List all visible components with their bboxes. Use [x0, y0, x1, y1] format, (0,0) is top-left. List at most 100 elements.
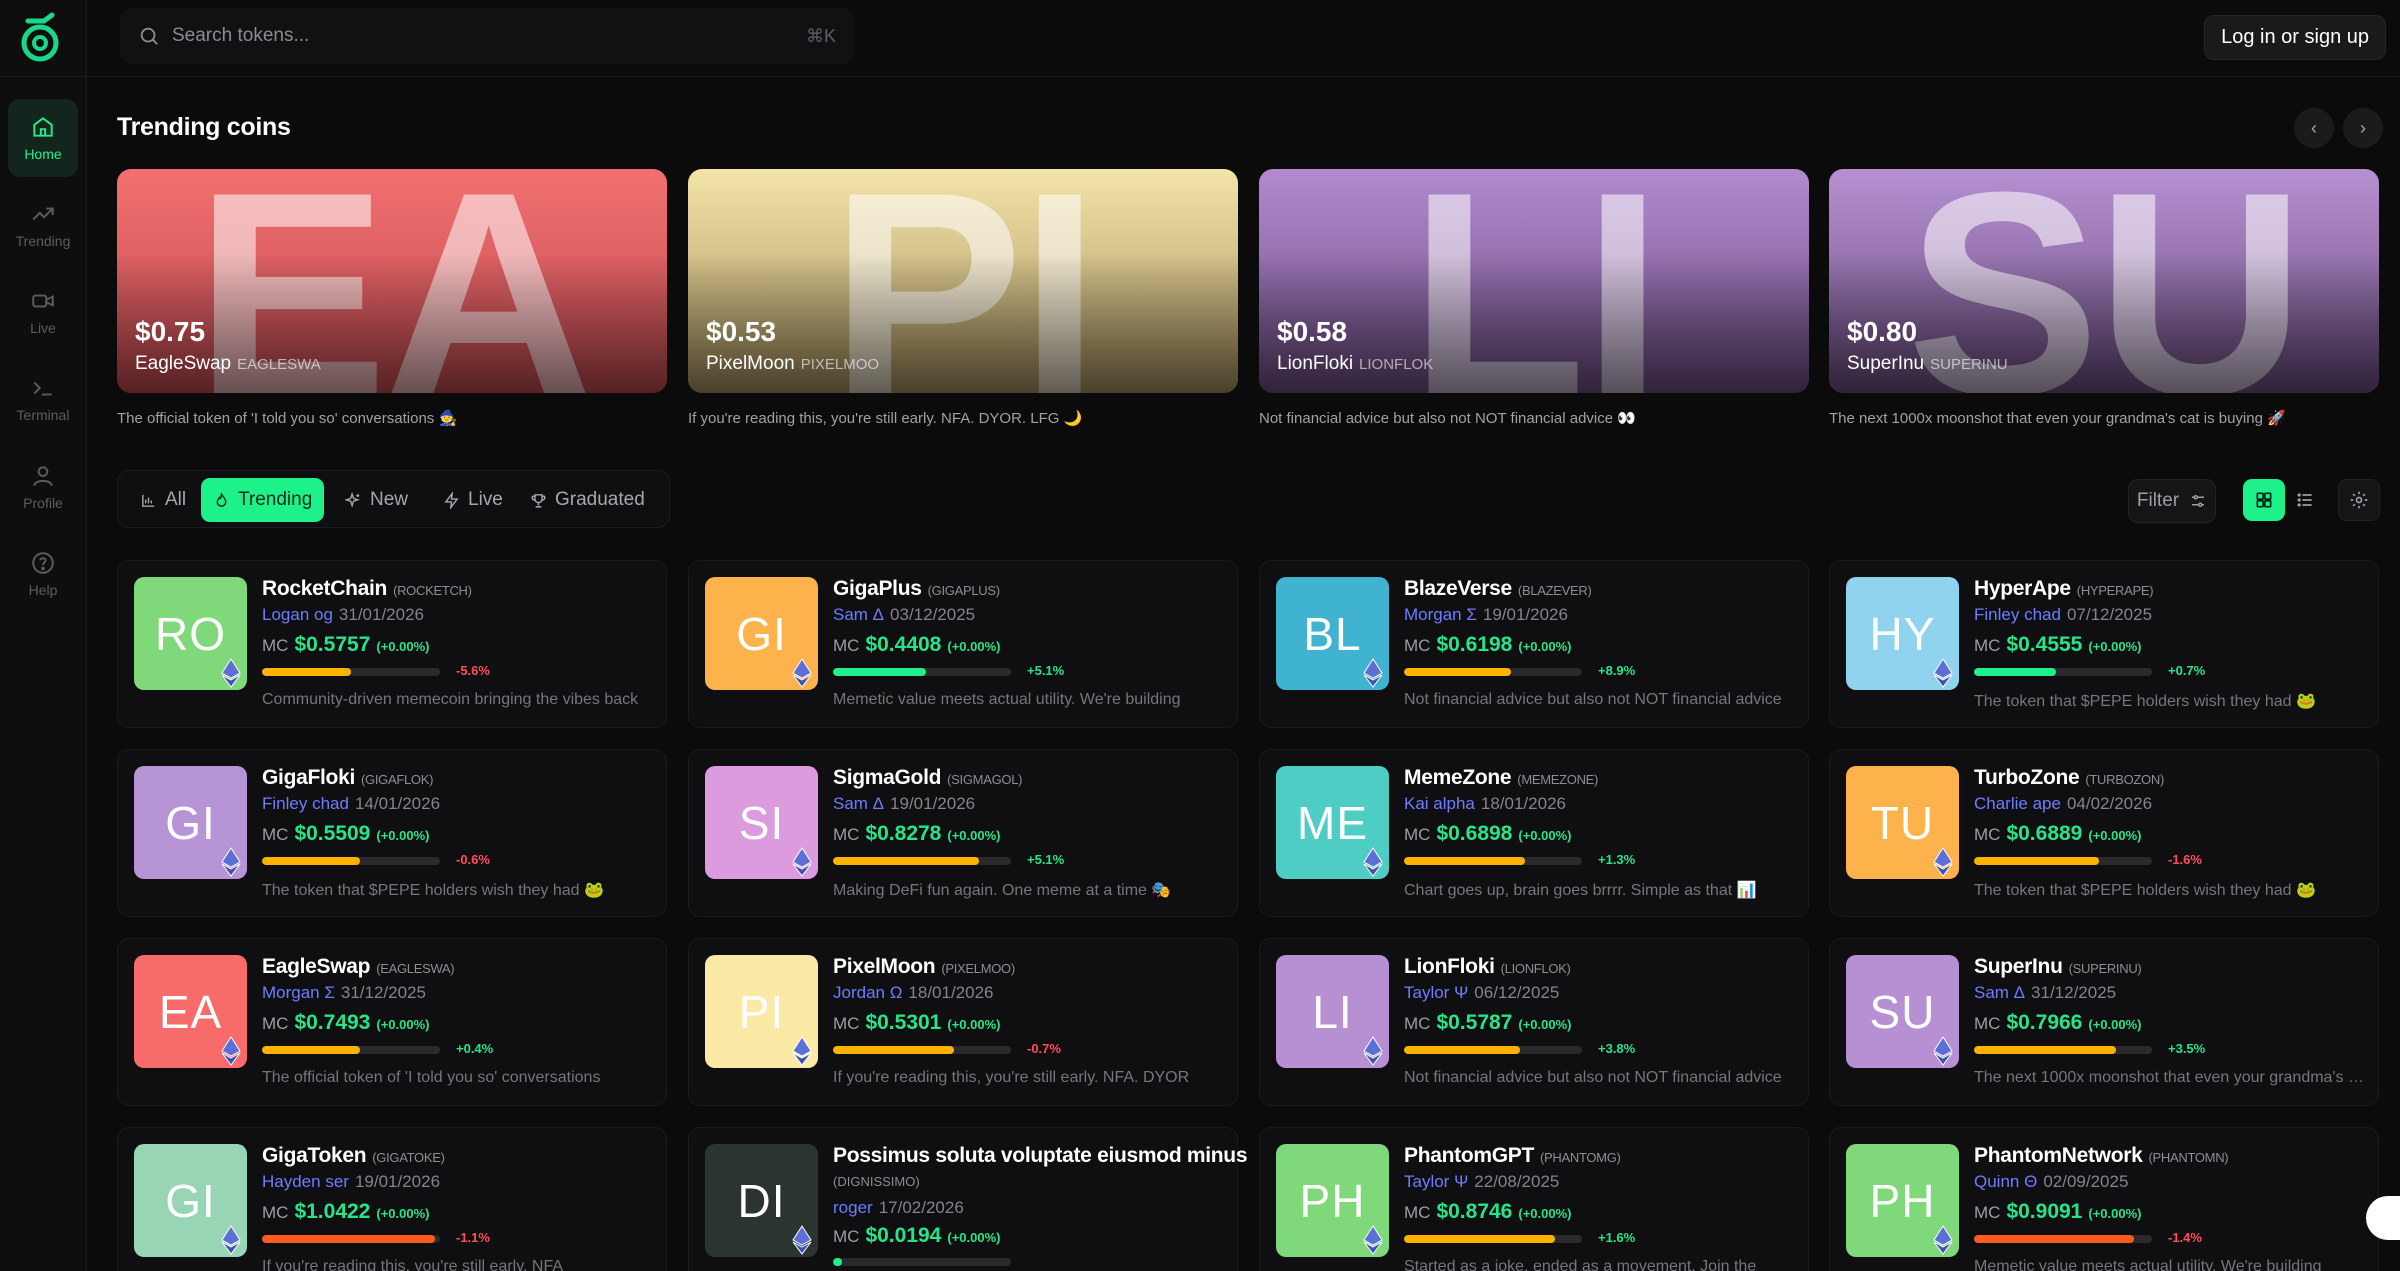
- coin-creator-link[interactable]: Quinn Θ: [1974, 1172, 2037, 1191]
- coin-name: PixelMoon: [833, 955, 936, 978]
- tab-label: Graduated: [555, 489, 645, 510]
- trending-card[interactable]: PI $0.53 PixelMoonPIXELMOO: [688, 169, 1238, 393]
- search-input[interactable]: Search tokens... ⌘K: [120, 8, 854, 64]
- coin-meta: Sam Δ 03/12/2025: [833, 605, 975, 625]
- coin-creator-link[interactable]: Kai alpha: [1404, 794, 1475, 813]
- sidebar-item-trending[interactable]: Trending: [8, 186, 78, 264]
- sidebar-item-terminal[interactable]: Terminal: [8, 360, 78, 438]
- coin-card[interactable]: HY HyperApe (HYPERAPE) Finley chad 07/12/2…: [1829, 560, 2379, 728]
- tab-graduated[interactable]: Graduated: [518, 478, 657, 522]
- progress-bar: [833, 1258, 1011, 1266]
- flame-icon: [216, 491, 227, 507]
- coin-card[interactable]: GI GigaToken (GIGATOKE) Hayden ser 19/01/2…: [117, 1127, 667, 1271]
- login-button[interactable]: Log in or sign up: [2204, 15, 2386, 60]
- coin-description: Started as a joke, ended as a movement. …: [1404, 1258, 1757, 1271]
- mc-value: $0.6889: [2006, 822, 2083, 845]
- tab-label: New: [370, 489, 409, 510]
- coin-creator-link[interactable]: Taylor Ψ: [1404, 1172, 1468, 1191]
- sidebar-item-live[interactable]: Live: [8, 273, 78, 351]
- coin-card[interactable]: ME MemeZone (MEMEZONE) Kai alpha 18/01/202…: [1259, 749, 1809, 917]
- next-arrow-button[interactable]: ›: [2343, 108, 2383, 148]
- coin-creator-link[interactable]: Logan og: [262, 605, 333, 624]
- coin-title: GigaPlus (GIGAPLUS): [833, 577, 1000, 601]
- coin-name: Possimus soluta voluptate eiusmod minus: [833, 1144, 1248, 1167]
- trending-card[interactable]: EA $0.75 EagleSwapEAGLESWA: [117, 169, 667, 393]
- coin-creator-link[interactable]: Sam Δ: [833, 794, 884, 813]
- coin-name: MemeZone: [1404, 766, 1512, 789]
- coin-card[interactable]: DI Possimus soluta voluptate eiusmod min…: [688, 1127, 1248, 1271]
- coin-avatar-letters: DI: [737, 1174, 786, 1227]
- coin-card[interactable]: RO RocketChain (ROCKETCH) Logan og 31/01/2…: [117, 560, 667, 728]
- mc-label: MC: [1974, 825, 2001, 844]
- mc-change: (+0.00%): [376, 639, 430, 654]
- coin-card[interactable]: EA EagleSwap (EAGLESWA) Morgan Σ 31/12/202…: [117, 938, 667, 1106]
- settings-button[interactable]: [2338, 479, 2380, 521]
- coin-meta: roger 17/02/2026: [833, 1198, 964, 1218]
- ethereum-icon: [792, 658, 812, 688]
- tab-trending[interactable]: Trending: [201, 478, 325, 522]
- coin-card[interactable]: SU SuperInu (SUPERINU) Sam Δ 31/12/2025 MC…: [1829, 938, 2379, 1106]
- progress-percent: +1.3%: [1598, 852, 1636, 867]
- card-name-text: SuperInu: [1847, 353, 1925, 374]
- coin-card[interactable]: PH PhantomGPT (PHANTOMG) Taylor Ψ 22/08/20…: [1259, 1127, 1809, 1271]
- trending-card[interactable]: LI $0.58 LionFlokiLIONFLOK: [1259, 169, 1809, 393]
- progress-bar: [1404, 668, 1582, 676]
- coin-creator-link[interactable]: Hayden ser: [262, 1172, 349, 1191]
- coin-date: 14/01/2026: [354, 794, 441, 813]
- coin-creator-link[interactable]: Morgan Σ: [1404, 605, 1477, 624]
- coin-market-cap: MC $0.6198 (+0.00%): [1404, 633, 1572, 657]
- card-name: SuperInu SUPERINU: [1847, 353, 2008, 375]
- coin-card[interactable]: GI GigaFloki (GIGAFLOK) Finley chad 14/01/…: [117, 749, 667, 917]
- coin-date: 31/12/2025: [340, 983, 426, 1002]
- coin-card[interactable]: SI SigmaGold (SIGMAGOL) Sam Δ 19/01/2026 M…: [688, 749, 1238, 917]
- coin-card[interactable]: TU TurboZone (TURBOZON) Charlie ape 04/02/…: [1829, 749, 2379, 917]
- coin-creator-link[interactable]: Charlie ape: [1974, 794, 2061, 813]
- progress-fill: [1404, 857, 1526, 865]
- coin-creator-link[interactable]: Sam Δ: [833, 605, 884, 624]
- coin-creator-link[interactable]: Sam Δ: [1974, 983, 2025, 1002]
- coin-name: LionFloki: [1404, 955, 1495, 978]
- coin-date: 03/12/2025: [890, 605, 976, 624]
- coin-creator-link[interactable]: roger: [833, 1198, 873, 1217]
- mc-change: (+0.00%): [376, 1206, 430, 1221]
- logo-icon[interactable]: [18, 12, 66, 62]
- coin-creator-link[interactable]: Taylor Ψ: [1404, 983, 1468, 1002]
- coin-card[interactable]: BL BlazeVerse (BLAZEVER) Morgan Σ 19/01/20…: [1259, 560, 1809, 728]
- coin-creator-link[interactable]: Jordan Ω: [833, 983, 902, 1002]
- coin-creator-link[interactable]: Finley chad: [1974, 605, 2061, 624]
- coin-card[interactable]: LI LionFloki (LIONFLOK) Taylor Ψ 06/12/202…: [1259, 938, 1809, 1106]
- ethereum-icon: [792, 1225, 812, 1255]
- mc-label: MC: [262, 1203, 289, 1222]
- ethereum-icon: [1363, 1036, 1383, 1066]
- mc-label: MC: [1404, 1203, 1431, 1222]
- grid-view-button[interactable]: [2243, 479, 2285, 521]
- coin-card[interactable]: PH PhantomNetwork (PHANTOMN) Quinn Θ 02/09…: [1829, 1127, 2379, 1271]
- tab-all[interactable]: All: [128, 478, 198, 522]
- coin-creator-link[interactable]: Morgan Σ: [262, 983, 335, 1002]
- sidebar-item-home[interactable]: Home: [8, 99, 78, 177]
- coin-card[interactable]: PI PixelMoon (PIXELMOO) Jordan Ω 18/01/202…: [688, 938, 1238, 1106]
- coin-card[interactable]: GI GigaPlus (GIGAPLUS) Sam Δ 03/12/2025 MC…: [688, 560, 1238, 728]
- sidebar-item-help[interactable]: Help: [8, 535, 78, 613]
- trending-card[interactable]: SU $0.80 SuperInuSUPERINU: [1829, 169, 2379, 393]
- list-view-button[interactable]: [2284, 479, 2326, 521]
- video-icon: [32, 294, 54, 308]
- progress-percent: -1.4%: [2168, 1230, 2202, 1245]
- sidebar-item-profile[interactable]: Profile: [8, 448, 78, 526]
- trending-card-description: The next 1000x moonshot that even your g…: [1829, 410, 2286, 427]
- coin-title: TurboZone (TURBOZON): [1974, 766, 2164, 790]
- tab-new[interactable]: New: [333, 478, 420, 522]
- mc-label: MC: [833, 636, 860, 655]
- filter-button[interactable]: Filter: [2128, 479, 2216, 523]
- coin-date: 19/01/2026: [354, 1172, 441, 1191]
- coin-creator-link[interactable]: Finley chad: [262, 794, 349, 813]
- coin-avatar-letters: SI: [738, 796, 785, 849]
- tab-live[interactable]: Live: [431, 478, 515, 522]
- coin-name: PhantomNetwork: [1974, 1144, 2143, 1167]
- coin-meta: Hayden ser 19/01/2026: [262, 1172, 440, 1192]
- progress-percent: +0.4%: [456, 1041, 494, 1056]
- coin-avatar-letters: GI: [736, 607, 787, 660]
- coin-market-cap: MC $0.9091 (+0.00%): [1974, 1200, 2142, 1224]
- prev-arrow-button[interactable]: ‹: [2294, 108, 2334, 148]
- progress-fill: [262, 1235, 435, 1243]
